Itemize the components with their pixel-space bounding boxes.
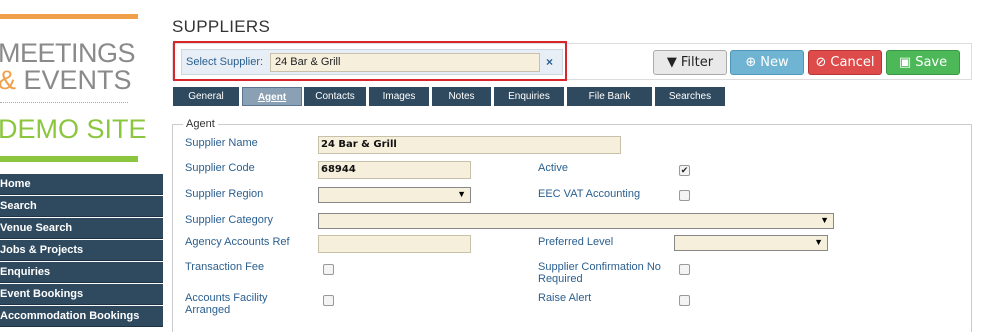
supplier-confirmation-checkbox[interactable] <box>679 264 690 275</box>
accounts-facility-checkbox[interactable] <box>323 295 334 306</box>
nav-item-venue-search[interactable]: Venue Search <box>0 218 163 239</box>
save-icon: ▣ <box>898 55 912 70</box>
clear-icon[interactable]: × <box>546 55 553 69</box>
nav-item-search[interactable]: Search <box>0 196 163 217</box>
supplier-region-label: Supplier Region <box>185 188 264 200</box>
filter-button-label: Filter <box>680 55 714 70</box>
logo-line2: & EVENTS <box>0 65 132 96</box>
plus-circle-icon: ⊕ <box>745 55 757 70</box>
chevron-down-icon: ▼ <box>457 189 466 199</box>
supplier-select-input[interactable]: 24 Bar & Grill <box>270 53 540 72</box>
tab-general[interactable]: General <box>173 87 239 106</box>
tab-notes[interactable]: Notes <box>432 87 491 106</box>
logo-line2-text: EVENTS <box>23 65 132 95</box>
agency-accounts-ref-field[interactable] <box>318 235 471 253</box>
eec-vat-label: EEC VAT Accounting <box>538 188 641 200</box>
sidebar-nav: Home Search Venue Search Jobs & Projects… <box>0 174 163 328</box>
supplier-category-label: Supplier Category <box>185 214 274 226</box>
transaction-fee-checkbox[interactable] <box>323 264 334 275</box>
supplier-region-select[interactable]: ▼ <box>318 187 471 203</box>
raise-alert-checkbox[interactable] <box>679 295 690 306</box>
supplier-select-label: Select Supplier: <box>186 56 264 68</box>
cancel-button[interactable]: ⊘ Cancel <box>808 50 882 75</box>
preferred-level-select[interactable]: ▼ <box>674 235 828 251</box>
logo-divider <box>0 102 128 103</box>
new-button[interactable]: ⊕ New <box>730 50 804 75</box>
eec-vat-checkbox[interactable] <box>679 190 690 201</box>
chevron-down-icon: ▼ <box>820 215 829 225</box>
tab-contacts[interactable]: Contacts <box>304 87 366 106</box>
logo-top-bar <box>0 14 138 19</box>
agency-accounts-ref-label: Agency Accounts Ref <box>185 236 290 248</box>
nav-item-home[interactable]: Home <box>0 174 163 195</box>
tab-enquiries[interactable]: Enquiries <box>494 87 564 106</box>
save-button[interactable]: ▣ Save <box>886 50 960 75</box>
raise-alert-label: Raise Alert <box>538 292 592 304</box>
nav-item-enquiries[interactable]: Enquiries <box>0 262 163 283</box>
active-label: Active <box>538 162 568 174</box>
page-title: SUPPLIERS <box>172 17 271 36</box>
tab-agent[interactable]: Agent <box>242 87 302 106</box>
agent-fieldset: Agent Supplier Name 24 Bar & Grill Suppl… <box>172 118 972 332</box>
ban-icon: ⊘ <box>815 55 827 70</box>
tab-searches[interactable]: Searches <box>655 87 725 106</box>
logo-bottom-bar <box>0 156 138 162</box>
active-checkbox[interactable]: ✔ <box>679 165 690 176</box>
tab-images[interactable]: Images <box>369 87 429 106</box>
filter-button[interactable]: ▼ Filter <box>653 50 727 75</box>
supplier-name-field[interactable]: 24 Bar & Grill <box>318 136 621 154</box>
accounts-facility-label: Accounts Facility Arranged <box>185 292 268 316</box>
nav-item-accommodation-bookings[interactable]: Accommodation Bookings <box>0 306 163 327</box>
logo: MEETINGS & EVENTS DEMO SITE <box>0 14 147 164</box>
supplier-code-field[interactable]: 68944 <box>318 161 471 179</box>
nav-item-jobs-projects[interactable]: Jobs & Projects <box>0 240 163 261</box>
logo-amp: & <box>0 65 16 95</box>
supplier-category-select[interactable]: ▼ <box>318 213 834 229</box>
tab-file-bank[interactable]: File Bank <box>567 87 652 106</box>
toolbar: Select Supplier: 24 Bar & Grill × ▼ Filt… <box>172 41 972 81</box>
supplier-select-highlight: Select Supplier: 24 Bar & Grill × <box>173 41 567 81</box>
nav-item-event-bookings[interactable]: Event Bookings <box>0 284 163 305</box>
supplier-code-label: Supplier Code <box>185 162 255 174</box>
preferred-level-label: Preferred Level <box>538 236 614 248</box>
transaction-fee-label: Transaction Fee <box>185 261 265 273</box>
logo-demo: DEMO SITE <box>0 114 147 144</box>
save-button-label: Save <box>915 55 948 70</box>
supplier-confirmation-label: Supplier Confirmation No Required <box>538 261 661 285</box>
agent-legend: Agent <box>183 118 218 130</box>
chevron-down-icon: ▼ <box>814 237 823 247</box>
cancel-button-label: Cancel <box>830 55 875 70</box>
supplier-select: Select Supplier: 24 Bar & Grill × <box>181 49 563 75</box>
supplier-name-label: Supplier Name <box>185 137 258 149</box>
filter-icon: ▼ <box>666 55 677 70</box>
new-button-label: New <box>760 55 789 70</box>
